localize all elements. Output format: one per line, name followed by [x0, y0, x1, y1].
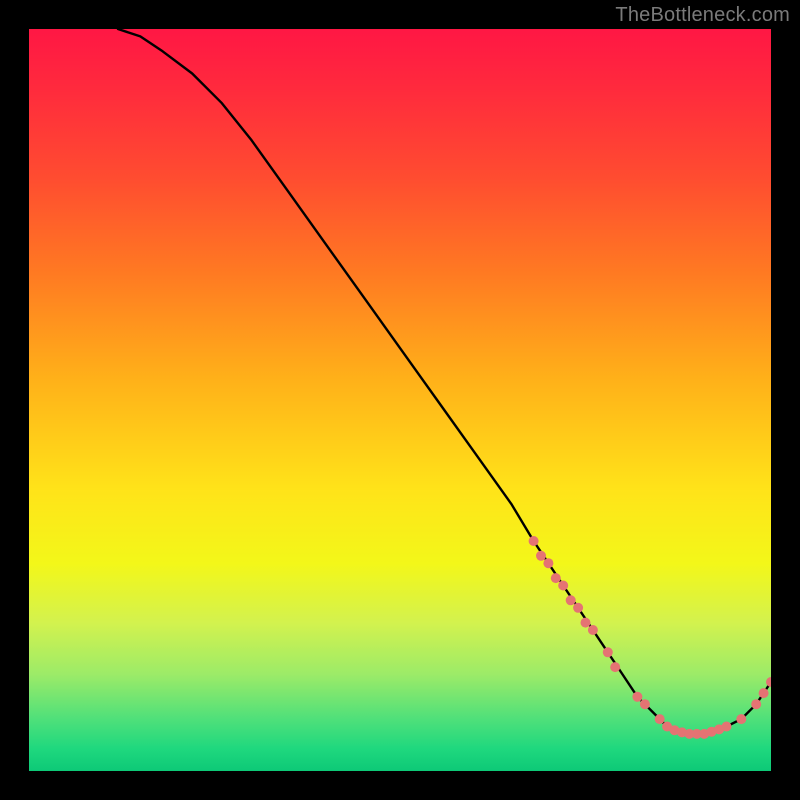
scatter-point: [722, 722, 732, 732]
curve-layer: [29, 29, 771, 771]
watermark-text: TheBottleneck.com: [615, 4, 790, 27]
scatter-point: [632, 692, 642, 702]
scatter-point: [536, 551, 546, 561]
chart-frame: TheBottleneck.com: [0, 0, 800, 800]
scatter-point: [573, 603, 583, 613]
scatter-point: [640, 699, 650, 709]
scatter-point: [655, 714, 665, 724]
scatter-point: [529, 536, 539, 546]
scatter-point: [551, 573, 561, 583]
scatter-point: [566, 595, 576, 605]
scatter-point: [588, 625, 598, 635]
scatter-point: [766, 677, 771, 687]
scatter-point: [736, 714, 746, 724]
scatter-point: [751, 699, 761, 709]
scatter-point: [603, 647, 613, 657]
bottleneck-curve-path: [118, 29, 771, 734]
scatter-point: [543, 558, 553, 568]
scatter-point: [610, 662, 620, 672]
scatter-point: [581, 618, 591, 628]
plot-area: [29, 29, 771, 771]
scatter-point: [759, 688, 769, 698]
scatter-point: [558, 581, 568, 591]
